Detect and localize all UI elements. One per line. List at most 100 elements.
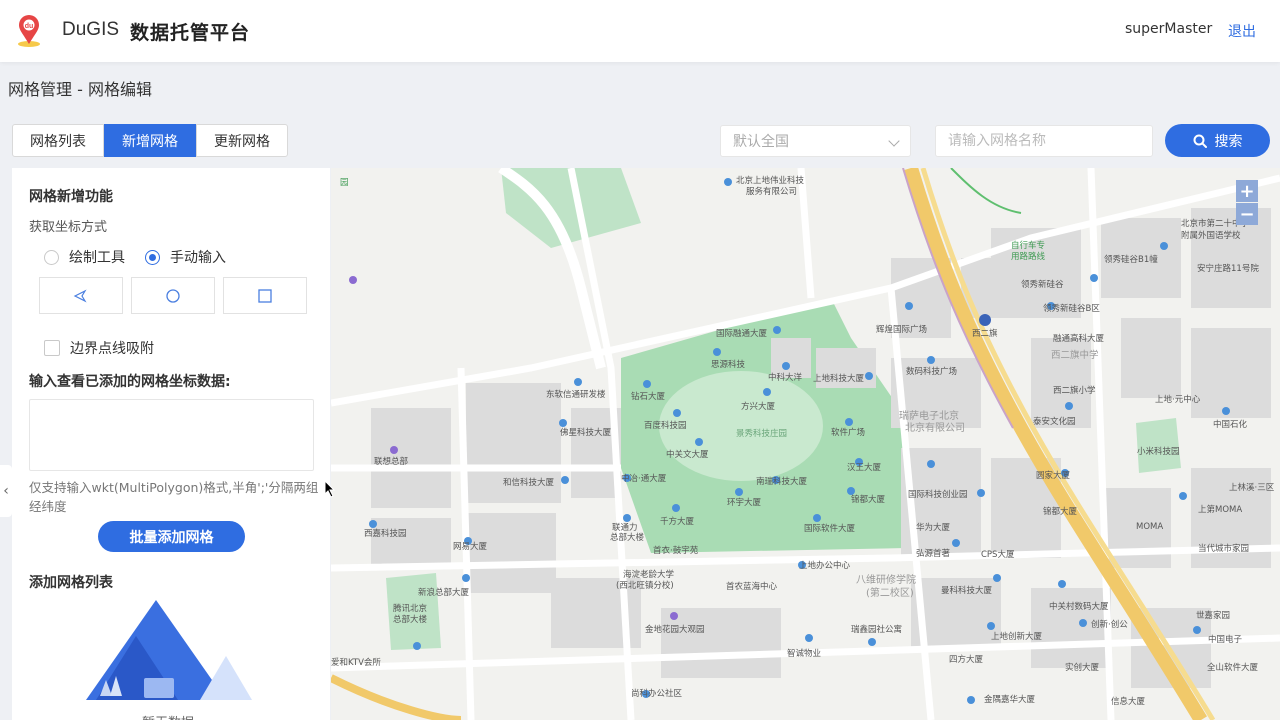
search-button[interactable]: 搜索 (1165, 124, 1270, 157)
draw-circle-button[interactable] (131, 277, 215, 314)
svg-text:千方大厦: 千方大厦 (660, 516, 695, 527)
svg-text:联想总部: 联想总部 (374, 456, 409, 467)
chevron-left-icon: ‹ (3, 483, 9, 499)
svg-text:华为大厦: 华为大厦 (916, 522, 951, 533)
mouse-cursor-icon (324, 480, 336, 498)
svg-text:附属外国语学校: 附属外国语学校 (1181, 230, 1241, 241)
circle-icon (166, 288, 180, 303)
svg-text:腾讯北京: 腾讯北京 (393, 603, 427, 614)
map-canvas[interactable]: 北京上地伟业科技 服务有限公司 北京市第二十中学 附属外国语学校 自行车专 用路… (331, 168, 1280, 720)
svg-text:领秀硅谷B1幢: 领秀硅谷B1幢 (1104, 254, 1158, 265)
tab-bar: 网格列表 新增网格 更新网格 (12, 124, 288, 157)
svg-text:西二旗: 西二旗 (972, 328, 998, 339)
svg-text:曼科科技大厦: 曼科科技大厦 (941, 585, 993, 596)
tab-add-grid[interactable]: 新增网格 (104, 124, 196, 157)
svg-text:瑞鑫园社公寓: 瑞鑫园社公寓 (851, 624, 902, 635)
svg-text:佛星科技大厦: 佛星科技大厦 (560, 427, 612, 438)
zoom-out-button[interactable]: − (1236, 203, 1258, 225)
tab-update-grid[interactable]: 更新网格 (196, 124, 288, 157)
logo-icon: du (18, 15, 40, 47)
wkt-textarea[interactable] (29, 399, 314, 471)
svg-text:全山软件大厦: 全山软件大厦 (1207, 662, 1259, 673)
draw-rectangle-button[interactable] (223, 277, 307, 314)
radio-manual-input[interactable]: 手动输入 (145, 247, 226, 267)
map-view[interactable]: 北京上地伟业科技 服务有限公司 北京市第二十中学 附属外国语学校 自行车专 用路… (331, 168, 1280, 720)
svg-text:总部大楼: 总部大楼 (610, 532, 645, 543)
svg-text:北京上地伟业科技: 北京上地伟业科技 (736, 175, 805, 186)
svg-text:世嘉家园: 世嘉家园 (1196, 610, 1230, 621)
svg-text:中国电子: 中国电子 (1208, 634, 1243, 645)
snap-checkbox[interactable]: 边界点线吸附 (44, 338, 154, 358)
svg-text:小米科技园: 小米科技园 (1137, 446, 1180, 457)
svg-text:锦都大厦: 锦都大厦 (851, 494, 886, 505)
svg-text:思源科技: 思源科技 (711, 359, 746, 370)
svg-text:锦都大厦: 锦都大厦 (1043, 506, 1078, 517)
svg-text:景秀科技庄园: 景秀科技庄园 (736, 428, 787, 439)
radio-label: 绘制工具 (69, 250, 125, 266)
svg-text:新浪总部大厦: 新浪总部大厦 (418, 587, 470, 598)
radio-label: 手动输入 (170, 250, 226, 266)
svg-text:安宁庄路11号院: 安宁庄路11号院 (1197, 263, 1259, 274)
svg-text:弘源首著: 弘源首著 (916, 548, 951, 559)
svg-text:爱和KTV会所: 爱和KTV会所 (331, 657, 381, 668)
svg-text:信息大厦: 信息大厦 (1111, 696, 1146, 707)
zoom-in-button[interactable]: + (1236, 180, 1258, 202)
svg-text:用路路线: 用路路线 (1011, 251, 1046, 262)
svg-text:首衣·鼓宇苑: 首衣·鼓宇苑 (653, 545, 699, 556)
svg-text:中关文大厦: 中关文大厦 (666, 449, 709, 460)
svg-text:金地花园大观园: 金地花园大观园 (645, 624, 705, 635)
radio-indicator (145, 249, 160, 265)
svg-text:八维研修学院: 八维研修学院 (856, 573, 916, 586)
svg-text:上地办公中心: 上地办公中心 (799, 560, 851, 571)
search-icon (1193, 134, 1207, 148)
svg-text:中科大洋: 中科大洋 (768, 372, 803, 383)
svg-text:南瑞科技大厦: 南瑞科技大厦 (756, 476, 808, 487)
svg-text:中冶·通大厦: 中冶·通大厦 (621, 473, 667, 484)
svg-text:自行车专: 自行车专 (1011, 240, 1045, 251)
empty-state-illustration (86, 600, 252, 700)
svg-text:上地创新大厦: 上地创新大厦 (991, 631, 1043, 642)
svg-text:智诚物业: 智诚物业 (787, 648, 821, 659)
batch-add-grid-button[interactable]: 批量添加网格 (98, 521, 245, 552)
subway-station-icon (979, 314, 991, 326)
svg-text:领秀新硅谷B区: 领秀新硅谷B区 (1043, 303, 1100, 314)
app-subtitle: 数据托管平台 (130, 22, 251, 44)
svg-text:(第二校区): (第二校区) (866, 586, 914, 599)
svg-text:上第MOMA: 上第MOMA (1198, 504, 1242, 515)
collapse-panel-button[interactable]: ‹ (0, 465, 12, 517)
svg-text:海淀老龄大学: 海淀老龄大学 (623, 569, 675, 580)
svg-text:中国石化: 中国石化 (1213, 419, 1248, 430)
logout-link[interactable]: 退出 (1228, 21, 1256, 41)
svg-text:西嘉科技园: 西嘉科技园 (364, 528, 407, 539)
user-name: superMaster (1125, 21, 1213, 37)
svg-text:北京有限公司: 北京有限公司 (905, 421, 965, 434)
rectangle-icon (258, 288, 272, 303)
svg-text:国际软件大厦: 国际软件大厦 (804, 523, 856, 534)
draw-polygon-button[interactable] (39, 277, 123, 314)
svg-text:西二旗小学: 西二旗小学 (1053, 385, 1096, 396)
svg-text:创新·创公: 创新·创公 (1091, 619, 1128, 630)
tab-grid-list[interactable]: 网格列表 (12, 124, 104, 157)
svg-text:总部大楼: 总部大楼 (393, 614, 428, 625)
radio-draw-tool[interactable]: 绘制工具 (44, 247, 125, 267)
svg-text:实创大厦: 实创大厦 (1065, 662, 1100, 673)
svg-text:和信科技大厦: 和信科技大厦 (503, 477, 555, 488)
checkbox-label: 边界点线吸附 (70, 341, 154, 357)
checkbox-box (44, 340, 60, 356)
svg-text:汉王大厦: 汉王大厦 (847, 462, 882, 473)
svg-text:CPS大厦: CPS大厦 (981, 549, 1015, 560)
svg-text:MOMA: MOMA (1136, 522, 1163, 532)
region-select-value: 默认全国 (733, 134, 789, 150)
grid-name-search-input[interactable] (935, 125, 1153, 157)
top-header: du DuGIS 数据托管平台 superMaster 退出 (0, 0, 1280, 62)
svg-text:辉煌国际广场: 辉煌国际广场 (876, 324, 927, 335)
region-select[interactable]: 默认全国 (720, 125, 911, 157)
svg-text:软件广场: 软件广场 (831, 427, 865, 438)
svg-text:金隅嘉华大厦: 金隅嘉华大厦 (984, 694, 1036, 705)
breadcrumb: 网格管理 - 网格编辑 (8, 80, 152, 99)
wkt-label: 输入查看已添加的网格坐标数据: (29, 374, 231, 390)
svg-text:融通高科大厦: 融通高科大厦 (1053, 333, 1105, 344)
search-button-label: 搜索 (1214, 133, 1243, 150)
polygon-icon (73, 289, 87, 302)
coord-method-label: 获取坐标方式 (29, 220, 108, 235)
